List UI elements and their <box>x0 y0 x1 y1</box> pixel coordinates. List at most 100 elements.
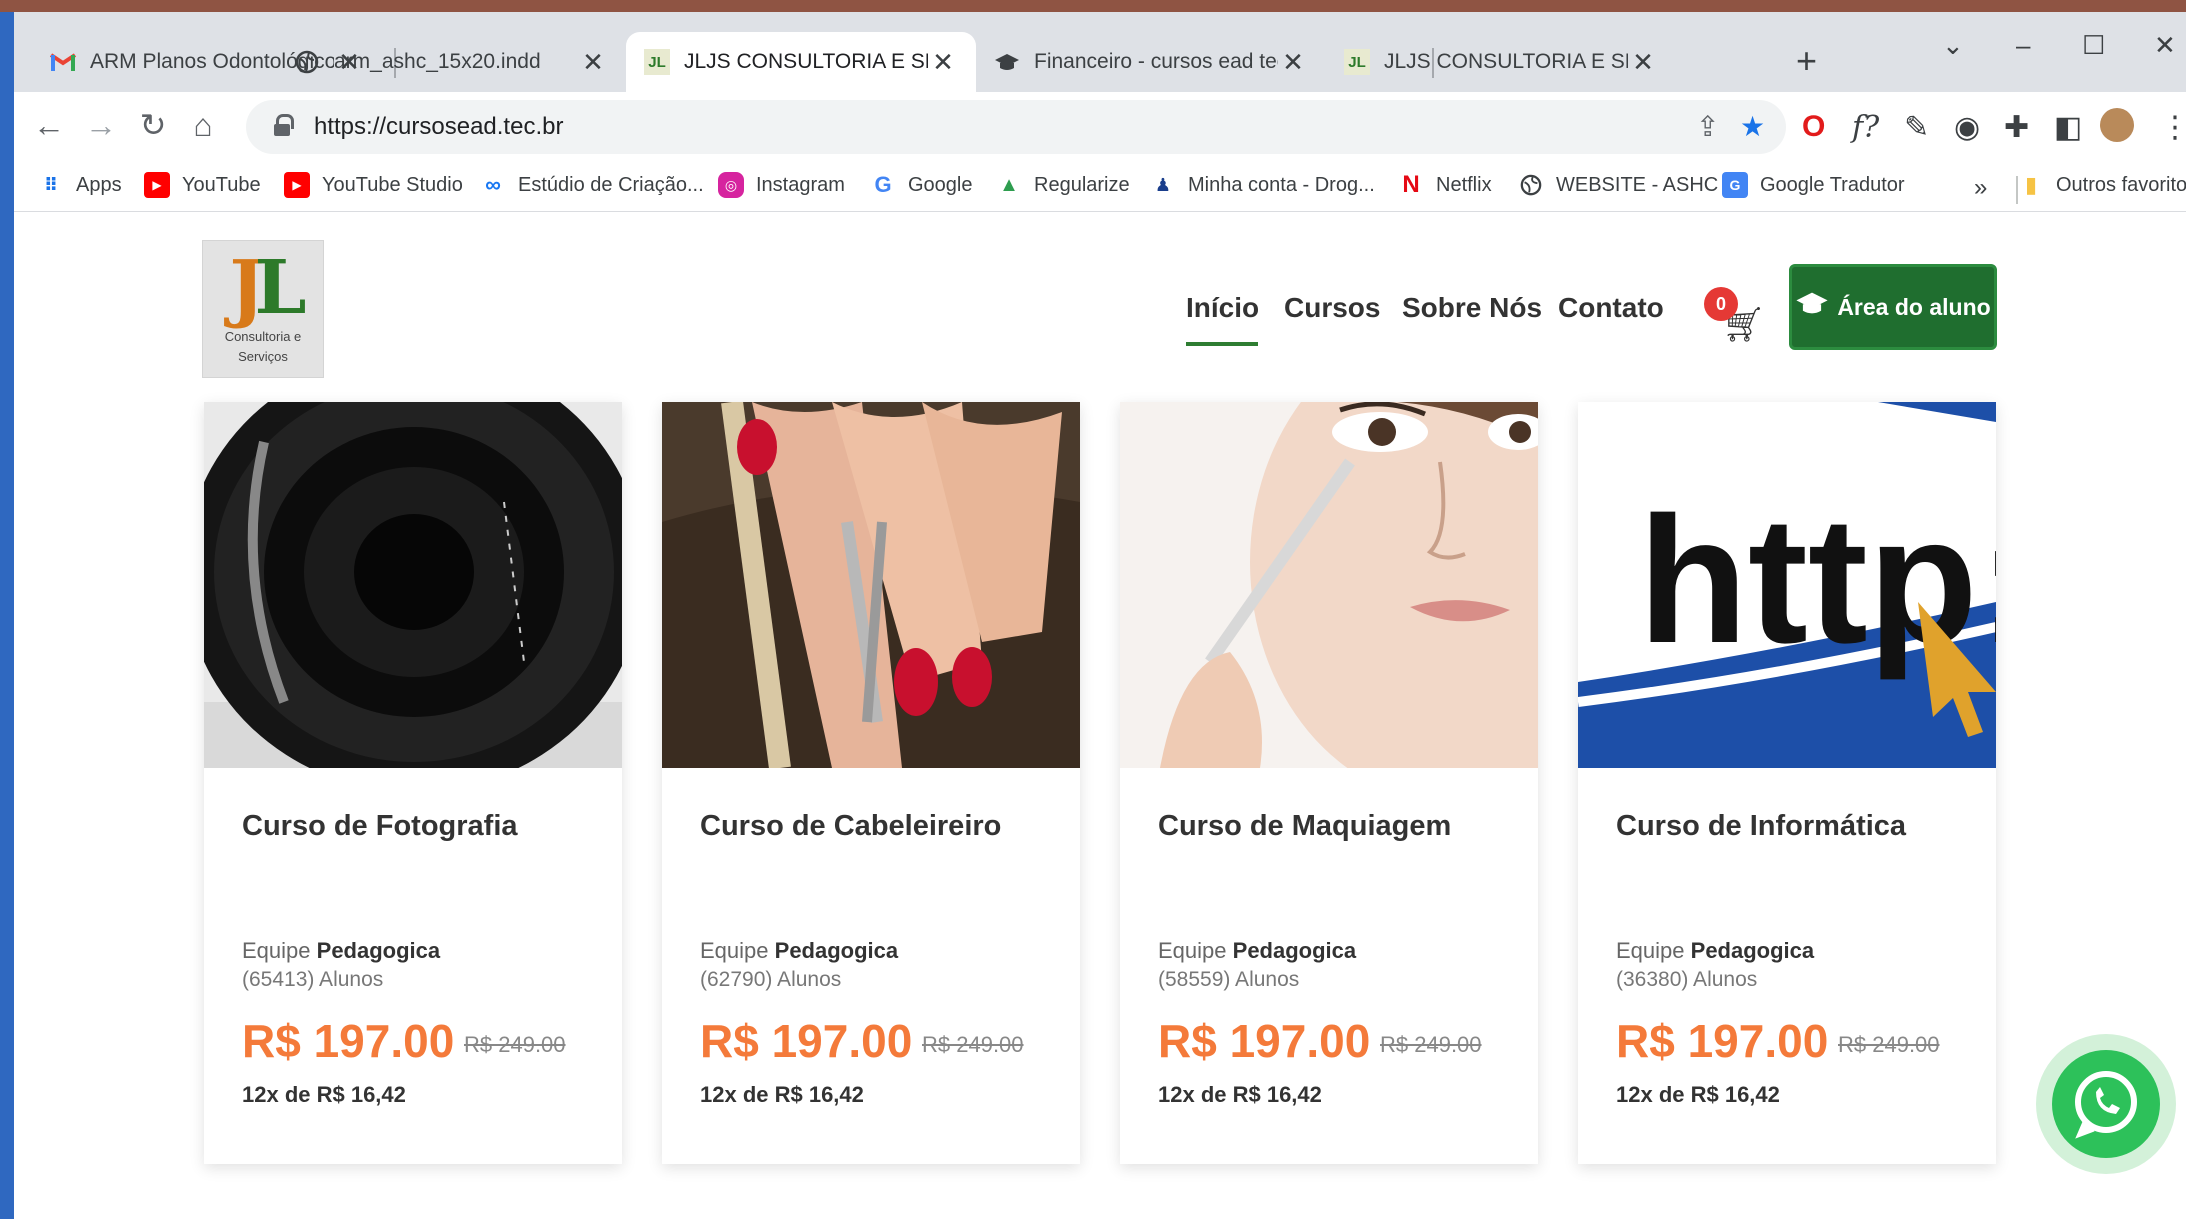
course-image-camera-lens[interactable] <box>204 402 622 768</box>
nav-contato[interactable]: Contato <box>1558 292 1664 324</box>
bookmark-youtube[interactable]: ▶ YouTube <box>144 172 261 198</box>
address-bar[interactable]: https://cursosead.tec.br ⇪ ★ <box>246 100 1786 154</box>
close-tab-icon[interactable]: ✕ <box>1628 47 1658 78</box>
course-image-hair-cutting[interactable] <box>662 402 1080 768</box>
bookmarks-overflow-icon[interactable]: » <box>1974 174 1987 202</box>
close-window-icon[interactable]: ✕ <box>2154 30 2176 61</box>
graduation-cap-icon <box>994 49 1020 75</box>
teacher-name: Pedagogica <box>774 938 899 963</box>
course-students: (58559) Alunos <box>1158 968 1300 991</box>
back-arrow-icon[interactable]: ← <box>26 102 72 148</box>
share-icon[interactable]: ⇪ <box>1696 110 1719 143</box>
teacher-name: Pedagogica <box>1232 938 1357 963</box>
course-old-price: R$ 249.00 <box>1838 1032 1940 1057</box>
jljs-icon: JL <box>644 49 670 75</box>
course-old-price: R$ 249.00 <box>464 1032 566 1057</box>
youtube-studio-icon: ▶ <box>284 172 310 198</box>
course-students: (62790) Alunos <box>700 968 842 991</box>
tab-jljs-active[interactable]: JL JLJS CONSULTORIA E SERVIÇ ✕ <box>626 32 976 92</box>
side-panel-icon[interactable]: ◧ <box>2054 110 2082 145</box>
logo-mark: JL <box>229 245 306 331</box>
course-installments: 12x de R$ 16,42 <box>242 1082 406 1107</box>
tab-strip: ARM Planos Odontológico - ✕ arm_ashc_15x… <box>14 12 2186 92</box>
menu-kebab-icon[interactable]: ⋮ <box>2160 110 2186 145</box>
bookmark-label: Estúdio de Criação... <box>518 173 704 196</box>
course-title[interactable]: Curso de Maquiagem <box>1158 810 1451 843</box>
youtube-icon: ▶ <box>144 172 170 198</box>
tab-title: arm_ashc_15x20.indd <box>334 50 541 73</box>
course-price: R$ 197.00 <box>242 1015 455 1067</box>
student-area-label: Área do aluno <box>1837 293 1991 320</box>
meta-icon: ∞ <box>485 172 501 197</box>
whatsapp-button[interactable] <box>2036 1034 2176 1174</box>
extension-circle-icon[interactable]: ◉ <box>1954 110 1980 145</box>
course-title[interactable]: Curso de Cabeleireiro <box>700 810 1001 843</box>
globe-icon <box>1518 172 1544 198</box>
globe-icon <box>294 49 320 75</box>
website: JL Consultoria e Serviços Início Cursos … <box>14 212 2186 1219</box>
course-teacher: Equipe Pedagogica <box>700 938 898 964</box>
course-price: R$ 197.00 <box>1616 1015 1829 1067</box>
bookmark-label: WEBSITE - ASHC <box>1556 173 1719 196</box>
course-card-maquiagem[interactable]: Curso de Maquiagem Equipe Pedagogica (58… <box>1120 402 1538 1164</box>
course-old-price: R$ 249.00 <box>922 1032 1024 1057</box>
bookmark-regularize[interactable]: ▲ Regularize <box>996 172 1130 198</box>
bookmark-google-tradutor[interactable]: G Google Tradutor <box>1722 172 1905 198</box>
tab-arm-ashc[interactable]: arm_ashc_15x20.indd ✕ <box>276 32 626 92</box>
eyedropper-icon[interactable]: ✎ <box>1904 110 1929 145</box>
close-tab-icon[interactable]: ✕ <box>578 47 608 78</box>
forward-arrow-icon[interactable]: → <box>78 102 124 148</box>
course-title[interactable]: Curso de Fotografia <box>242 810 518 843</box>
whatsapp-icon <box>2052 1050 2160 1158</box>
home-icon[interactable]: ⌂ <box>180 102 226 148</box>
bookmark-website-ashc[interactable]: WEBSITE - ASHC <box>1518 172 1718 198</box>
reload-icon[interactable]: ↻ <box>130 102 176 148</box>
course-card-fotografia[interactable]: Curso de Fotografia Equipe Pedagogica (6… <box>204 402 622 1164</box>
url-text[interactable]: https://cursosead.tec.br <box>314 113 563 141</box>
tab-financeiro[interactable]: Financeiro - cursos ead tec - ✕ <box>976 32 1326 92</box>
nav-cursos[interactable]: Cursos <box>1284 292 1380 324</box>
regularize-icon: ▲ <box>999 173 1019 196</box>
course-image-makeup[interactable] <box>1120 402 1538 768</box>
bookmark-estudio-criacao[interactable]: ∞ Estúdio de Criação... <box>480 172 704 198</box>
opera-icon[interactable]: O <box>1802 110 1825 144</box>
bookmark-apps[interactable]: ⠿ Apps <box>38 172 122 198</box>
new-tab-button[interactable]: + <box>1796 40 1817 82</box>
bookmark-label: Instagram <box>756 173 845 196</box>
jljs-icon: JL <box>1344 49 1370 75</box>
nav-inicio[interactable]: Início <box>1186 292 1259 324</box>
close-tab-icon[interactable]: ✕ <box>1278 47 1308 78</box>
logo-text-line2: Serviços <box>238 349 288 364</box>
extensions-puzzle-icon[interactable]: ✚ <box>2004 110 2029 145</box>
course-teacher: Equipe Pedagogica <box>1158 938 1356 964</box>
bookmark-netflix[interactable]: N Netflix <box>1398 171 1491 198</box>
close-tab-icon[interactable]: ✕ <box>928 47 958 78</box>
minimize-icon[interactable]: – <box>2016 30 2030 61</box>
bookmark-minha-conta[interactable]: ♟ Minha conta - Drog... <box>1150 172 1375 198</box>
course-card-informatica[interactable]: http://w Curso de Informática Equipe Ped… <box>1578 402 1996 1164</box>
nav-sobre-nos[interactable]: Sobre Nós <box>1402 292 1542 324</box>
tab-search-icon[interactable]: ⌄ <box>1942 30 1964 61</box>
apps-grid-icon: ⠿ <box>43 174 59 195</box>
formula-icon[interactable]: f? <box>1852 110 1879 145</box>
bookmark-star-icon[interactable]: ★ <box>1740 110 1765 143</box>
student-area-button[interactable]: Área do aluno <box>1789 264 1997 350</box>
course-image-http[interactable]: http://w <box>1578 402 1996 768</box>
course-price: R$ 197.00 <box>1158 1015 1371 1067</box>
tab-title: JLJS CONSULTORIA E SERVIÇ <box>684 50 928 73</box>
site-logo[interactable]: JL Consultoria e Serviços <box>202 240 324 378</box>
instagram-icon: ◎ <box>718 172 744 198</box>
teacher-prefix: Equipe <box>242 938 311 963</box>
maximize-icon[interactable]: ☐ <box>2082 30 2105 61</box>
bookmark-outros-favoritos[interactable]: ▮ Outros favoritos <box>2018 172 2186 198</box>
site-header: JL Consultoria e Serviços Início Cursos … <box>14 212 2186 402</box>
bookmark-google[interactable]: G Google <box>870 172 972 198</box>
course-card-cabeleireiro[interactable]: Curso de Cabeleireiro Equipe Pedagogica … <box>662 402 1080 1164</box>
course-title[interactable]: Curso de Informática <box>1616 810 1906 843</box>
bookmark-label: Google Tradutor <box>1760 173 1905 196</box>
bookmark-instagram[interactable]: ◎ Instagram <box>718 172 845 198</box>
bookmark-youtube-studio[interactable]: ▶ YouTube Studio <box>284 172 463 198</box>
tab-jljs-2[interactable]: JL JLJS CONSULTORIA E SERVIÇ ✕ <box>1326 32 1676 92</box>
cart-button[interactable]: 🛒︎ 0 <box>1704 287 1765 344</box>
profile-avatar[interactable] <box>2100 108 2134 142</box>
